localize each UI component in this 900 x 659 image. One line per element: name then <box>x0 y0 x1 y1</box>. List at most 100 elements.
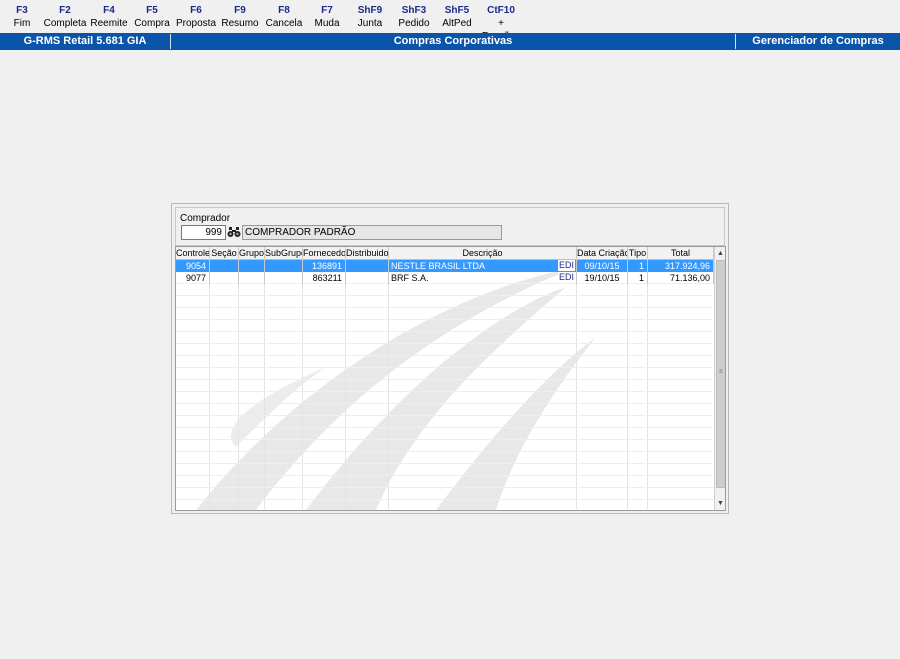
fkey-action: Cancela <box>265 18 303 29</box>
grid-column-line <box>209 259 210 509</box>
compra-button[interactable]: F5 Compra <box>130 4 174 30</box>
grid-row-line <box>176 463 713 464</box>
fkey-label: ShF5 <box>444 5 470 16</box>
grid-row-line <box>176 415 713 416</box>
fkey-label: F4 <box>103 5 115 16</box>
cell-fornecedor: 863211 <box>303 272 346 284</box>
grid-row-line <box>176 487 713 488</box>
fkey-label: CtF10 <box>487 5 515 16</box>
reemite-button[interactable]: F4 Reemite <box>87 4 131 30</box>
cell-secao <box>210 272 239 284</box>
grid-row-line <box>176 343 713 344</box>
col-total-header[interactable]: Total <box>648 247 714 259</box>
fkey-label: F5 <box>146 5 158 16</box>
grid-row-line <box>176 331 713 332</box>
grid-column-line <box>627 259 628 509</box>
col-descricao-header[interactable]: Descrição <box>389 247 577 259</box>
proposta-button[interactable]: F6 Proposta <box>174 4 218 30</box>
fkey-label: F8 <box>278 5 290 16</box>
cell-total: 71.136,00 <box>648 272 714 284</box>
fkey-label: ShF3 <box>401 5 427 16</box>
col-tipo-header[interactable]: Tipo <box>628 247 648 259</box>
cell-data-criacao: 09/10/15 <box>577 260 628 272</box>
purchase-manager-panel: Comprador 999 COMPRADOR PADRÃO Controle … <box>171 203 729 514</box>
col-distribuidor-header[interactable]: Distribuidor <box>346 247 389 259</box>
cell-subgrupo <box>265 260 303 272</box>
col-data-criacao-header[interactable]: Data Criação <box>577 247 628 259</box>
edi-badge: EDI <box>557 260 575 271</box>
cell-fornecedor: 136891 <box>303 260 346 272</box>
cell-data-criacao: 19/10/15 <box>577 272 628 284</box>
buyer-filter-group: Comprador 999 COMPRADOR PADRÃO <box>175 207 725 246</box>
fkey-label: F7 <box>321 5 333 16</box>
muda-button[interactable]: F7 Muda <box>305 4 349 30</box>
grid-row-line <box>176 355 713 356</box>
fkey-action: Pedido <box>398 18 430 29</box>
fkey-label: F9 <box>234 5 246 16</box>
altped-button[interactable]: ShF5 AltPed <box>435 4 479 30</box>
cell-tipo: 1 <box>628 260 648 272</box>
buyer-code-field[interactable]: 999 <box>181 225 226 240</box>
cell-descricao: NESTLE BRASIL LTDA EDI <box>389 260 577 272</box>
grid-row-line <box>176 475 713 476</box>
binoculars-search-icon[interactable] <box>227 225 241 239</box>
scroll-up-arrow-icon[interactable]: ▲ <box>715 248 725 259</box>
col-fornecedor-header[interactable]: Fornecedor <box>303 247 346 259</box>
cancela-button[interactable]: F8 Cancela <box>262 4 306 30</box>
cell-controle: 9077 <box>176 272 210 284</box>
grid-header: Controle Seção Grupo SubGrupo Fornecedor… <box>176 247 714 260</box>
cell-tipo: 1 <box>628 272 648 284</box>
scroll-thumb[interactable]: ≡ <box>716 260 725 488</box>
fkey-action: Compra <box>134 18 170 29</box>
screen-title: Gerenciador de Compras <box>752 35 884 47</box>
edi-badge: EDI <box>557 272 575 283</box>
grid-row-line <box>176 319 713 320</box>
table-row[interactable]: 9077 863211 BRF S.A. EDI 19/10/15 1 71.1… <box>176 272 714 284</box>
app-title: G-RMS Retail 5.681 GIA <box>23 35 147 47</box>
grid-column-line <box>302 259 303 509</box>
cell-grupo <box>239 260 265 272</box>
cell-distribuidor <box>346 260 389 272</box>
fkey-label: F3 <box>16 5 28 16</box>
fkey-label: F2 <box>59 5 71 16</box>
fkey-action: Resumo <box>221 18 259 29</box>
scroll-down-arrow-icon[interactable]: ▼ <box>715 498 725 509</box>
grid-column-line <box>264 259 265 509</box>
fkey-action: Muda <box>314 18 340 29</box>
junta-button[interactable]: ShF9 Junta <box>348 4 392 30</box>
buyer-name-display: COMPRADOR PADRÃO <box>242 225 502 240</box>
cell-secao <box>210 260 239 272</box>
resumo-button[interactable]: F9 Resumo <box>218 4 262 30</box>
fkey-action: Completa <box>43 18 87 29</box>
pedido-button[interactable]: ShF3 Pedido <box>392 4 436 30</box>
grid-row-line <box>176 439 713 440</box>
grid-vertical-scrollbar[interactable]: ▲ ≡ ▼ <box>714 247 725 510</box>
grid-row-line <box>176 427 713 428</box>
grid-column-line <box>576 259 577 509</box>
col-grupo-header[interactable]: Grupo <box>239 247 265 259</box>
function-key-toolbar: F3 Fim F2 Completa F4 Reemite F5 Compra F6 Pr… <box>0 0 900 42</box>
grid-row-line <box>176 499 713 500</box>
grid-column-line <box>345 259 346 509</box>
col-controle-header[interactable]: Controle <box>176 247 210 259</box>
cell-controle: 9054 <box>176 260 210 272</box>
orders-grid: Controle Seção Grupo SubGrupo Fornecedor… <box>175 246 726 511</box>
fkey-action: AltPed <box>442 18 472 29</box>
cell-distribuidor <box>346 272 389 284</box>
grid-row-line <box>176 295 713 296</box>
fim-button[interactable]: F3 Fim <box>0 4 44 30</box>
col-secao-header[interactable]: Seção <box>210 247 239 259</box>
cell-descricao: BRF S.A. EDI <box>389 272 577 284</box>
completa-button[interactable]: F2 Completa <box>43 4 87 30</box>
cell-total: 317.924,96 <box>648 260 714 272</box>
scroll-grip-icon: ≡ <box>719 369 723 375</box>
fkey-action: Junta <box>357 18 383 29</box>
col-subgrupo-header[interactable]: SubGrupo <box>265 247 303 259</box>
grid-row-line <box>176 403 713 404</box>
cell-subgrupo <box>265 272 303 284</box>
table-row[interactable]: 9054 136891 NESTLE BRASIL LTDA EDI 09/10… <box>176 260 714 272</box>
grid-column-line <box>388 259 389 509</box>
module-title: Compras Corporativas <box>393 35 513 47</box>
grid-column-line <box>647 259 648 509</box>
grid-column-line <box>238 259 239 509</box>
